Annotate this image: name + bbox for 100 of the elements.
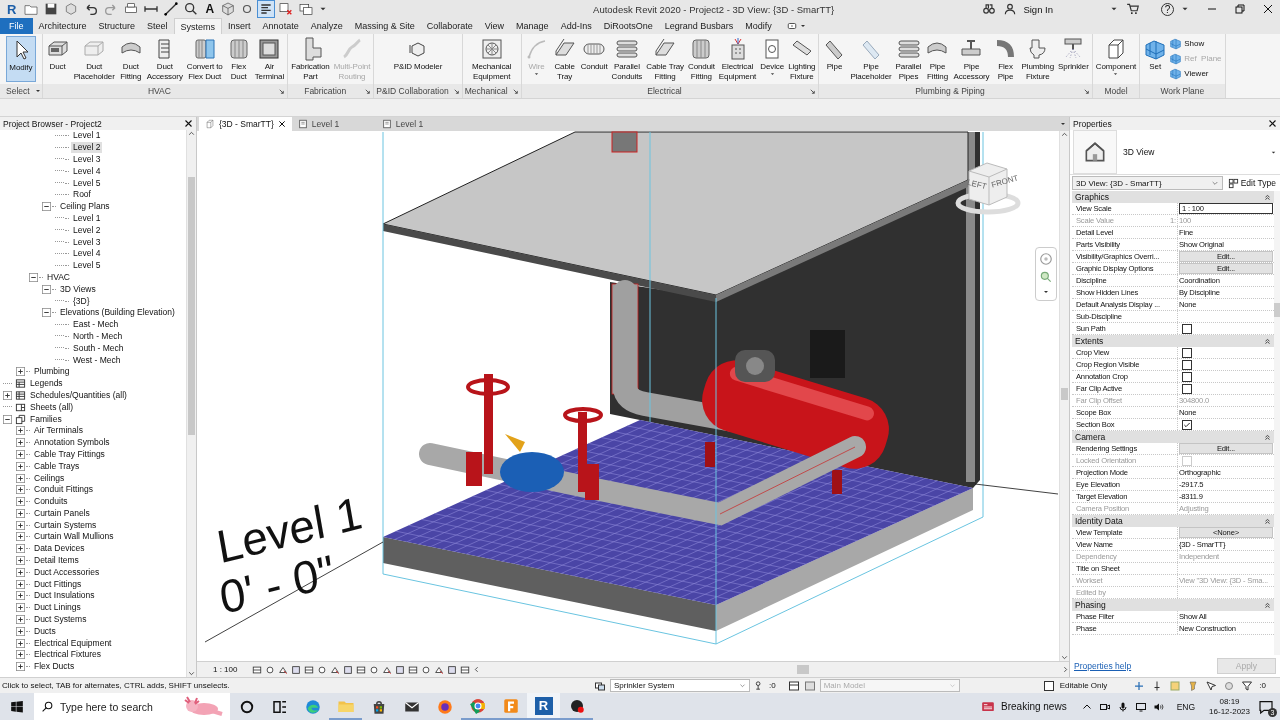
tree-item[interactable]: Ceilings: [32, 472, 67, 484]
ribbon-tab[interactable]: Architecture: [32, 18, 93, 34]
group-header[interactable]: Camera: [1075, 432, 1106, 442]
tree-item[interactable]: West - Mech: [71, 354, 123, 366]
tree-item[interactable]: Detail Items: [32, 555, 81, 567]
tool-button[interactable]: Modify: [5, 36, 36, 82]
tree-item[interactable]: Duct Fittings: [32, 578, 84, 590]
scale-button[interactable]: 1 : 100: [213, 665, 238, 674]
expander-icon[interactable]: [16, 532, 25, 542]
tree-item[interactable]: Level 1: [71, 130, 103, 142]
caret-icon[interactable]: [1042, 288, 1050, 296]
launcher-icon[interactable]: [809, 87, 817, 95]
scroll-left-icon[interactable]: [473, 666, 481, 673]
expander-icon[interactable]: [42, 202, 51, 212]
expander-icon[interactable]: [16, 567, 25, 577]
view-control-icon[interactable]: [356, 664, 367, 675]
tree-item[interactable]: Annotation Symbols: [32, 437, 112, 449]
tree-item[interactable]: Level 4: [71, 165, 103, 177]
tree-item[interactable]: Sheets (all): [28, 401, 75, 413]
group-header[interactable]: Phasing: [1075, 600, 1106, 610]
launcher-icon[interactable]: [452, 87, 460, 95]
tree-item[interactable]: North - Mech: [71, 330, 125, 342]
scrollbar[interactable]: [1059, 131, 1069, 661]
view-control-icon[interactable]: [408, 664, 419, 675]
ribbon-tab[interactable]: View: [478, 18, 511, 34]
expander-icon[interactable]: [16, 508, 25, 518]
tool-button[interactable]: Convert to Flex Duct: [184, 36, 225, 82]
tree-item[interactable]: Level 1: [71, 212, 103, 224]
sign-in-link[interactable]: Sign In: [1023, 3, 1053, 15]
tool-button[interactable]: Set: [1141, 36, 1170, 82]
view-control-icon[interactable]: [395, 664, 406, 675]
expander-icon[interactable]: [16, 626, 25, 636]
close-icon[interactable]: [277, 120, 286, 128]
tool-button[interactable]: Air Terminal: [252, 36, 287, 82]
tool-button[interactable]: Cable Tray Fitting: [644, 36, 686, 82]
caret-icon[interactable]: [1059, 120, 1067, 128]
tool-button[interactable]: Flex Duct: [224, 36, 253, 82]
edit-type-button[interactable]: Edit Type: [1225, 177, 1278, 189]
tree-item[interactable]: Level 2: [71, 224, 103, 236]
expander-icon[interactable]: [16, 449, 25, 459]
collapse-icon[interactable]: [1264, 337, 1271, 345]
tool-button[interactable]: Duct: [43, 36, 72, 82]
tool-button[interactable]: Duct Accessory: [144, 36, 185, 82]
tree-item[interactable]: Families: [28, 413, 64, 425]
tree-item[interactable]: Roof: [71, 189, 93, 201]
document-tab[interactable]: Level 1: [291, 117, 376, 131]
expander-icon[interactable]: [16, 615, 25, 625]
scrollbar-thumb[interactable]: [1061, 388, 1068, 400]
tree-item[interactable]: Curtain Systems: [32, 519, 99, 531]
scroll-up-icon[interactable]: [1061, 131, 1068, 138]
view-control-icon[interactable]: [434, 664, 445, 675]
view-control-icon[interactable]: [265, 664, 276, 675]
view-control-icon[interactable]: [317, 664, 328, 675]
text-tool[interactable]: A: [203, 2, 217, 16]
cube-face-label[interactable]: FRONT: [990, 173, 1020, 190]
properties-help-link[interactable]: Properties help: [1074, 661, 1132, 671]
ribbon-tab[interactable]: Massing & Site: [348, 18, 421, 34]
close-hidden-icon[interactable]: [278, 1, 295, 17]
view-control-icon[interactable]: [291, 664, 302, 675]
ribbon-tab[interactable]: DiRootsOne: [597, 18, 659, 34]
scrollbar-thumb[interactable]: [1274, 303, 1280, 317]
tree-item[interactable]: Curtain Wall Mullions: [32, 531, 116, 543]
tree-item[interactable]: East - Mech: [71, 319, 121, 331]
tree-item[interactable]: Conduits: [32, 496, 70, 508]
tool-button[interactable]: P&ID Modeler: [391, 36, 445, 82]
view-control-icon[interactable]: [304, 664, 315, 675]
ribbon-tab[interactable]: Annotate: [256, 18, 305, 34]
tool-button[interactable]: Conduit: [578, 36, 610, 82]
tool-button[interactable]: Flex Pipe: [991, 36, 1020, 82]
cube-face-label[interactable]: LEFT: [966, 177, 988, 192]
tree-item[interactable]: South - Mech: [71, 342, 126, 354]
tree-item[interactable]: Electrical Equipment: [32, 637, 114, 649]
tool-button[interactable]: Device: [758, 36, 787, 82]
tree-item[interactable]: Level 5: [71, 177, 103, 189]
switch-windows-icon[interactable]: [298, 1, 315, 17]
ribbon-tab[interactable]: Manage: [510, 18, 555, 34]
tool-button[interactable]: Duct Fitting: [116, 36, 145, 82]
view-control-icon[interactable]: [369, 664, 380, 675]
expander-icon[interactable]: [16, 579, 25, 589]
tree-item[interactable]: Cable Trays: [32, 460, 82, 472]
expander-icon[interactable]: [42, 284, 51, 294]
scrollbar[interactable]: [1274, 191, 1280, 655]
close-icon[interactable]: [1268, 119, 1277, 128]
expander-icon[interactable]: [3, 414, 12, 424]
expander-icon[interactable]: [16, 438, 25, 448]
file-tab[interactable]: File: [0, 18, 33, 34]
ribbon-tab[interactable]: Systems: [173, 18, 223, 34]
expander-icon[interactable]: [16, 638, 25, 648]
news-widget[interactable]: Breaking news: [980, 699, 1067, 714]
expander-icon[interactable]: [42, 308, 51, 318]
expander-icon[interactable]: [16, 426, 25, 436]
tool-button[interactable]: Duct Placeholder: [71, 36, 117, 82]
ribbon-tab[interactable]: Insert: [222, 18, 257, 34]
tree-item[interactable]: Level 3: [71, 154, 103, 165]
tool-button[interactable]: Mechanical Equipment: [469, 36, 514, 82]
browser-icon[interactable]: [303, 697, 322, 716]
launcher-icon[interactable]: [511, 87, 519, 95]
group-header[interactable]: Extents: [1075, 336, 1104, 346]
ribbon-tab[interactable]: Structure: [92, 18, 142, 34]
checkbox[interactable]: [1182, 359, 1192, 370]
